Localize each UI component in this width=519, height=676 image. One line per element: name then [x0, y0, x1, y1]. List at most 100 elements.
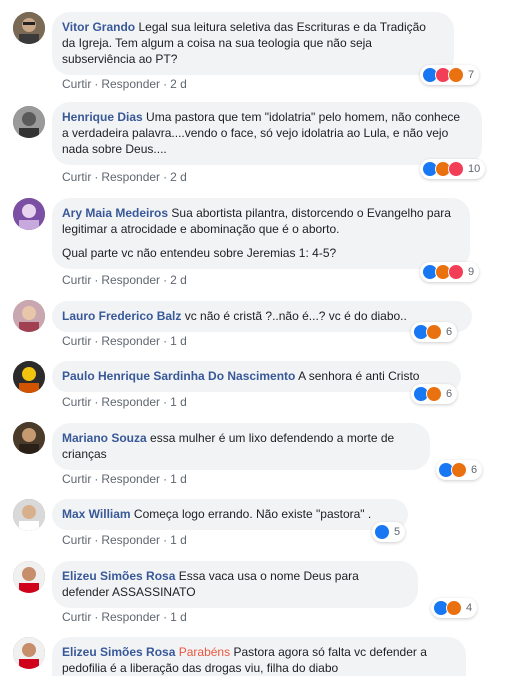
- reply-button[interactable]: Responder: [101, 77, 160, 91]
- like-button[interactable]: Curtir: [62, 533, 91, 547]
- like-button[interactable]: Curtir: [62, 334, 91, 348]
- comment-bubble: Ary Maia Medeiros Sua abortista pilantra…: [52, 198, 470, 269]
- timestamp[interactable]: 1 d: [170, 334, 187, 348]
- like-button[interactable]: Curtir: [62, 610, 91, 624]
- avatar[interactable]: [13, 106, 45, 138]
- comment-actions: Curtir · Responder · 1 d: [62, 472, 187, 486]
- reply-button[interactable]: Responder: [101, 472, 160, 486]
- timestamp[interactable]: 2 d: [170, 77, 187, 91]
- comment-bubble: Elizeu Simões Rosa Parabéns Pastora agor…: [52, 637, 466, 676]
- avatar[interactable]: [13, 361, 45, 393]
- angry-icon: [446, 600, 462, 616]
- reaction-count: 10: [468, 163, 481, 175]
- comment-bubble: Paulo Henrique Sardinha Do Nascimento A …: [52, 361, 461, 392]
- reactions-summary[interactable]: 9: [420, 262, 480, 282]
- reaction-count: 5: [394, 526, 401, 538]
- separator: ·: [94, 170, 99, 184]
- author-name[interactable]: Lauro Frederico Balz: [62, 309, 181, 323]
- love-icon: [448, 264, 464, 280]
- love-icon: [448, 161, 464, 177]
- comment-actions: Curtir · Responder · 1 d: [62, 395, 187, 409]
- author-name[interactable]: Max William: [62, 507, 131, 521]
- separator: ·: [163, 334, 168, 348]
- mention-link[interactable]: Parabéns: [179, 645, 230, 659]
- avatar[interactable]: [13, 12, 45, 44]
- reply-button[interactable]: Responder: [101, 610, 160, 624]
- reaction-count: 6: [446, 388, 453, 400]
- author-name[interactable]: Elizeu Simões Rosa: [62, 645, 175, 659]
- timestamp[interactable]: 2 d: [170, 273, 187, 287]
- author-name[interactable]: Mariano Souza: [62, 431, 147, 445]
- comment-actions: Curtir · Responder · 2 d: [62, 170, 187, 184]
- angry-icon: [426, 386, 442, 402]
- separator: ·: [94, 334, 99, 348]
- separator: ·: [94, 610, 99, 624]
- separator: ·: [163, 533, 168, 547]
- separator: ·: [163, 610, 168, 624]
- comment-text: A senhora é anti Cristo: [298, 369, 420, 383]
- separator: ·: [163, 472, 168, 486]
- timestamp[interactable]: 1 d: [170, 395, 187, 409]
- comment-text-second: Qual parte vc não entendeu sobre Jeremia…: [62, 246, 337, 260]
- separator: ·: [163, 395, 168, 409]
- reactions-summary[interactable]: 7: [420, 65, 480, 85]
- like-button[interactable]: Curtir: [62, 472, 91, 486]
- reply-button[interactable]: Responder: [101, 533, 160, 547]
- timestamp[interactable]: 1 d: [170, 472, 187, 486]
- timestamp[interactable]: 1 d: [170, 610, 187, 624]
- separator: ·: [163, 77, 168, 91]
- comment-actions: Curtir · Responder · 1 d: [62, 334, 187, 348]
- comment-actions: Curtir · Responder · 2 d: [62, 77, 187, 91]
- comment-actions: Curtir · Responder · 1 d: [62, 610, 187, 624]
- author-name[interactable]: Ary Maia Medeiros: [62, 206, 168, 220]
- reaction-count: 7: [468, 69, 475, 81]
- avatar[interactable]: [13, 499, 45, 531]
- reaction-count: 6: [446, 326, 453, 338]
- reply-button[interactable]: Responder: [101, 170, 160, 184]
- reaction-count: 6: [471, 464, 478, 476]
- comment-text: vc não é cristã ?..não é...? vc é do dia…: [184, 309, 407, 323]
- comment-bubble: Lauro Frederico Balz vc não é cristã ?..…: [52, 301, 472, 332]
- author-name[interactable]: Elizeu Simões Rosa: [62, 569, 175, 583]
- reactions-summary[interactable]: 4: [431, 598, 478, 618]
- separator: ·: [94, 395, 99, 409]
- reactions-summary[interactable]: 6: [411, 384, 458, 404]
- reply-button[interactable]: Responder: [101, 273, 160, 287]
- reaction-count: 9: [468, 266, 475, 278]
- avatar[interactable]: [13, 637, 45, 669]
- like-button[interactable]: Curtir: [62, 273, 91, 287]
- author-name[interactable]: Paulo Henrique Sardinha Do Nascimento: [62, 369, 295, 383]
- timestamp[interactable]: 2 d: [170, 170, 187, 184]
- reply-button[interactable]: Responder: [101, 334, 160, 348]
- author-name[interactable]: Vitor Grando: [62, 20, 135, 34]
- avatar[interactable]: [13, 422, 45, 454]
- angry-icon: [451, 462, 467, 478]
- angry-icon: [426, 324, 442, 340]
- comment-actions: Curtir · Responder · 2 d: [62, 273, 187, 287]
- separator: ·: [94, 533, 99, 547]
- comment-bubble: Henrique Dias Uma pastora que tem "idola…: [52, 102, 482, 165]
- avatar[interactable]: [13, 198, 45, 230]
- timestamp[interactable]: 1 d: [170, 533, 187, 547]
- reactions-summary[interactable]: 5: [372, 522, 406, 542]
- angry-icon: [448, 67, 464, 83]
- separator: ·: [163, 170, 168, 184]
- reaction-count: 4: [466, 602, 473, 614]
- avatar[interactable]: [13, 561, 45, 593]
- separator: ·: [163, 273, 168, 287]
- separator: ·: [94, 273, 99, 287]
- reactions-summary[interactable]: 6: [436, 460, 483, 480]
- comment-actions: Curtir · Responder · 1 d: [62, 533, 187, 547]
- like-icon: [374, 524, 390, 540]
- reactions-summary[interactable]: 10: [420, 159, 486, 179]
- like-button[interactable]: Curtir: [62, 77, 91, 91]
- avatar[interactable]: [13, 300, 45, 332]
- like-button[interactable]: Curtir: [62, 395, 91, 409]
- comment-bubble: Mariano Souza essa mulher é um lixo defe…: [52, 423, 430, 470]
- reactions-summary[interactable]: 6: [411, 322, 458, 342]
- comment-bubble: Vitor Grando Legal sua leitura seletiva …: [52, 12, 454, 75]
- like-button[interactable]: Curtir: [62, 170, 91, 184]
- comment-bubble: Elizeu Simões Rosa Essa vaca usa o nome …: [52, 561, 418, 608]
- reply-button[interactable]: Responder: [101, 395, 160, 409]
- author-name[interactable]: Henrique Dias: [62, 110, 143, 124]
